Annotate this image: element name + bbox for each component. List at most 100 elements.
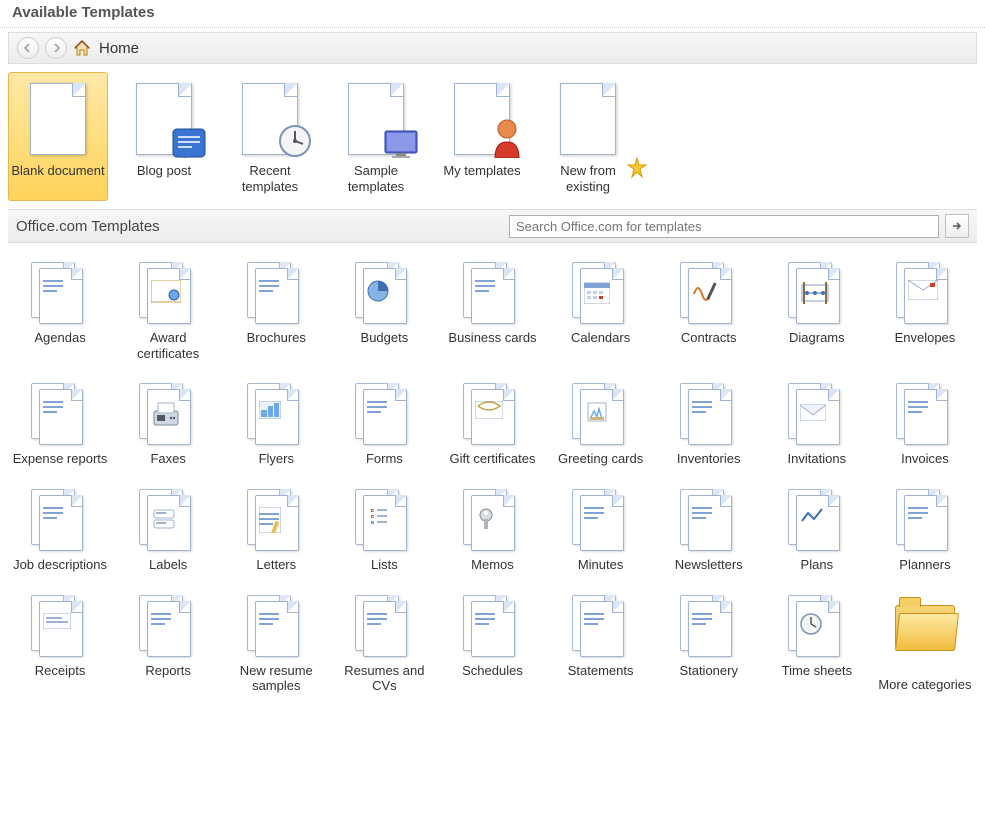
new-resume-samples-deco-icon — [259, 613, 281, 632]
template-new-from-existing[interactable]: New from existing — [538, 72, 638, 201]
category-statements[interactable]: Statements — [549, 584, 653, 701]
category-envelopes[interactable]: Envelopes — [873, 251, 977, 368]
document-stack-icon — [25, 485, 95, 555]
template-blank-document[interactable]: Blank document — [8, 72, 108, 201]
category-more-categories[interactable]: More categories — [873, 584, 977, 701]
category-label: Memos — [443, 557, 541, 573]
document-stack-icon — [457, 591, 527, 661]
invitations-deco-icon — [800, 401, 826, 424]
document-stack-icon — [241, 379, 311, 449]
template-label: My templates — [435, 163, 529, 179]
category-label: Resumes and CVs — [335, 663, 433, 694]
category-lists[interactable]: Lists — [332, 478, 436, 580]
category-labels[interactable]: Labels — [116, 478, 220, 580]
agendas-deco-icon — [43, 280, 65, 299]
category-invitations[interactable]: Invitations — [765, 372, 869, 474]
category-forms[interactable]: Forms — [332, 372, 436, 474]
document-stack-icon — [25, 591, 95, 661]
category-plans[interactable]: Plans — [765, 478, 869, 580]
home-icon[interactable] — [73, 39, 91, 57]
document-stack-icon — [782, 485, 852, 555]
document-stack-icon — [782, 591, 852, 661]
category-flyers[interactable]: Flyers — [224, 372, 328, 474]
breadcrumb-home[interactable]: Home — [99, 40, 139, 57]
document-stack-icon — [674, 485, 744, 555]
category-inventories[interactable]: Inventories — [657, 372, 761, 474]
category-greeting-cards[interactable]: Greeting cards — [549, 372, 653, 474]
planners-deco-icon — [908, 507, 930, 526]
category-agendas[interactable]: Agendas — [8, 251, 112, 368]
category-planners[interactable]: Planners — [873, 478, 977, 580]
breadcrumb: Home — [8, 32, 977, 64]
gift-certificates-deco-icon — [475, 401, 503, 422]
contracts-deco-icon — [692, 280, 718, 305]
office-templates-bar: Office.com Templates — [8, 209, 977, 243]
category-invoices[interactable]: Invoices — [873, 372, 977, 474]
template-blog-post[interactable]: Blog post — [114, 72, 214, 201]
document-stack-icon — [241, 258, 311, 328]
top-templates-row: Blank documentBlog postRecent templatesS… — [0, 72, 985, 209]
document-stack-icon — [133, 591, 203, 661]
category-label: Lists — [335, 557, 433, 573]
document-stack-icon — [349, 379, 419, 449]
category-minutes[interactable]: Minutes — [549, 478, 653, 580]
category-budgets[interactable]: Budgets — [332, 251, 436, 368]
category-label: Award certificates — [119, 330, 217, 361]
category-label: Flyers — [227, 451, 325, 467]
category-newsletters[interactable]: Newsletters — [657, 478, 761, 580]
template-sample[interactable]: Sample templates — [326, 72, 426, 201]
document-stack-icon — [782, 258, 852, 328]
search-go-button[interactable] — [945, 214, 969, 238]
nav-forward-button[interactable] — [45, 37, 67, 59]
category-brochures[interactable]: Brochures — [224, 251, 328, 368]
category-label: Expense reports — [11, 451, 109, 467]
category-label: Plans — [768, 557, 866, 573]
minutes-deco-icon — [584, 507, 606, 526]
template-recent[interactable]: Recent templates — [220, 72, 320, 201]
category-letters[interactable]: Letters — [224, 478, 328, 580]
category-contracts[interactable]: Contracts — [657, 251, 761, 368]
category-calendars[interactable]: Calendars — [549, 251, 653, 368]
schedules-deco-icon — [475, 613, 497, 632]
document-stack-icon — [782, 379, 852, 449]
category-faxes[interactable]: Faxes — [116, 372, 220, 474]
nav-back-button[interactable] — [17, 37, 39, 59]
category-expense-reports[interactable]: Expense reports — [8, 372, 112, 474]
arrow-left-icon — [23, 43, 33, 53]
search-input[interactable] — [509, 215, 939, 238]
template-icon — [548, 79, 628, 159]
template-icon — [336, 79, 416, 159]
flyers-deco-icon — [259, 401, 281, 422]
document-stack-icon — [674, 258, 744, 328]
document-stack-icon — [349, 258, 419, 328]
category-label: Minutes — [552, 557, 650, 573]
category-new-resume-samples[interactable]: New resume samples — [224, 584, 328, 701]
category-job-descriptions[interactable]: Job descriptions — [8, 478, 112, 580]
category-schedules[interactable]: Schedules — [440, 584, 544, 701]
statements-deco-icon — [584, 613, 606, 632]
category-reports[interactable]: Reports — [116, 584, 220, 701]
sample-overlay-icon — [384, 130, 418, 161]
category-time-sheets[interactable]: Time sheets — [765, 584, 869, 701]
greeting-cards-deco-icon — [584, 401, 608, 426]
letters-deco-icon — [259, 507, 281, 536]
category-award-certificates[interactable]: Award certificates — [116, 251, 220, 368]
category-gift-certificates[interactable]: Gift certificates — [440, 372, 544, 474]
category-resumes-cvs[interactable]: Resumes and CVs — [332, 584, 436, 701]
category-memos[interactable]: Memos — [440, 478, 544, 580]
category-stationery[interactable]: Stationery — [657, 584, 761, 701]
category-receipts[interactable]: Receipts — [8, 584, 112, 701]
lists-deco-icon — [367, 507, 387, 532]
document-stack-icon — [566, 258, 636, 328]
document-stack-icon — [890, 485, 960, 555]
document-stack-icon — [674, 379, 744, 449]
category-label: New resume samples — [227, 663, 325, 694]
inventories-deco-icon — [692, 401, 714, 420]
category-business-cards[interactable]: Business cards — [440, 251, 544, 368]
category-diagrams[interactable]: Diagrams — [765, 251, 869, 368]
category-label: Planners — [876, 557, 974, 573]
template-my-templates[interactable]: My templates — [432, 72, 532, 201]
faxes-deco-icon — [151, 401, 181, 430]
calendars-deco-icon — [584, 280, 610, 307]
document-stack-icon — [133, 379, 203, 449]
